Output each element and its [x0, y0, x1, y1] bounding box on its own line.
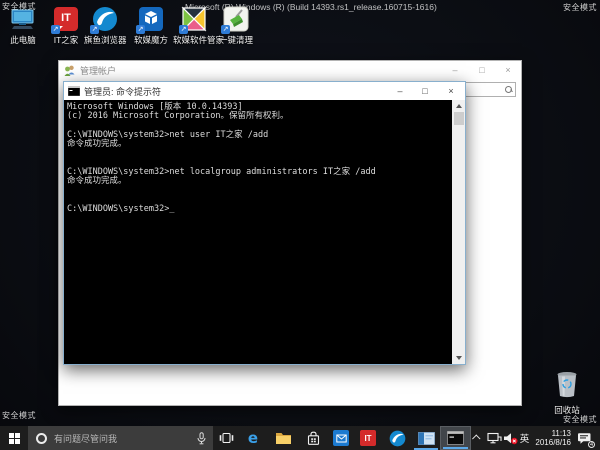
close-button[interactable]: ×: [441, 82, 461, 100]
console-scrollbar[interactable]: [452, 100, 465, 364]
shortcut-arrow-icon: ↗: [179, 25, 188, 34]
desktop-icon-this-pc[interactable]: 此电脑: [2, 6, 44, 46]
shortcut-arrow-icon: ↗: [90, 25, 99, 34]
task-view-icon: [219, 432, 234, 444]
file-explorer-button[interactable]: [271, 426, 295, 450]
console-line: (c) 2016 Microsoft Corporation。保留所有权利。: [67, 112, 452, 121]
ithome-icon: IT: [360, 430, 376, 446]
action-center-button[interactable]: 4: [572, 426, 596, 450]
console-line: [67, 149, 452, 158]
maximize-button[interactable]: □: [472, 61, 492, 79]
accounts-titlebar[interactable]: 管理帐户 – □ ×: [59, 61, 521, 80]
taskbar-clock[interactable]: 11:13 2016/8/16: [533, 426, 571, 450]
chevron-up-icon: [472, 434, 480, 442]
ithome-taskbar-button[interactable]: IT: [356, 426, 380, 450]
sailfish-browser-icon: ↗: [92, 6, 118, 32]
volume-muted-icon: [503, 432, 518, 445]
cmd-icon: [68, 86, 80, 96]
console-line: 命令成功完成。: [67, 177, 452, 186]
taskbar-search-input[interactable]: 有问题尽管问我: [28, 426, 213, 450]
desktop-icon-label: 一键清理: [215, 34, 257, 46]
clean-brush-icon: ↗: [223, 6, 249, 32]
cmd-active-taskbar-button[interactable]: [440, 426, 471, 450]
desktop-icon-label: 软媒魔方: [130, 34, 172, 46]
ime-indicator[interactable]: 英: [517, 426, 532, 450]
ithome-icon: IT ↗: [53, 6, 79, 32]
console-output[interactable]: Microsoft Windows [版本 10.0.14393] (c) 20…: [64, 100, 452, 364]
desktop-icon-cleaner[interactable]: ↗ 一键清理: [215, 6, 257, 46]
store-icon: [305, 430, 322, 446]
close-button[interactable]: ×: [498, 61, 518, 79]
shortcut-arrow-icon: ↗: [51, 25, 60, 34]
notification-badge: 4: [588, 441, 595, 448]
tray-show-hidden-icons-button[interactable]: [469, 426, 485, 450]
mofang-window-thumbnail-icon: [418, 432, 435, 445]
scroll-up-icon[interactable]: [456, 104, 462, 108]
task-view-button[interactable]: [214, 426, 238, 450]
clock-time: 11:13: [552, 429, 571, 438]
desktop-icon-label: IT之家: [45, 34, 87, 46]
pinwheel-icon: ↗: [181, 6, 207, 32]
mail-icon: [333, 430, 349, 446]
shortcut-arrow-icon: ↗: [136, 25, 145, 34]
desktop-icon-mofang[interactable]: ↗ 软媒魔方: [130, 6, 172, 46]
mofang-running-button[interactable]: [412, 426, 440, 450]
search-icon: [505, 86, 512, 93]
store-button[interactable]: [301, 426, 325, 450]
start-button[interactable]: [0, 426, 28, 450]
file-explorer-icon: [275, 431, 292, 445]
this-pc-icon: [10, 6, 36, 32]
scroll-down-icon[interactable]: [456, 356, 462, 360]
cmd-icon: [447, 431, 464, 445]
desktop-icon-browser[interactable]: ↗ 旗鱼浏览器: [84, 6, 126, 46]
cmd-window-title: 管理员: 命令提示符: [84, 85, 161, 98]
desktop: 安全模式 安全模式 安全模式 安全模式 Microsoft (R) Window…: [0, 0, 600, 450]
search-placeholder: 有问题尽管问我: [54, 432, 197, 445]
console-line: 命令成功完成。: [67, 140, 452, 149]
safe-mode-label-top-right: 安全模式: [563, 2, 597, 13]
user-accounts-icon: [63, 64, 76, 77]
network-icon: [487, 432, 502, 445]
desktop-icon-label: 软媒软件管家: [173, 34, 215, 46]
cortana-icon: [36, 433, 47, 444]
mail-app-button[interactable]: [329, 426, 353, 450]
maximize-button[interactable]: □: [415, 82, 435, 100]
network-tray-button[interactable]: [486, 426, 502, 450]
desktop-icon-manager[interactable]: ↗ 软媒软件管家: [173, 6, 215, 46]
microphone-icon[interactable]: [197, 432, 206, 445]
console-prompt-line: C:\WINDOWS\system32>_: [67, 205, 452, 214]
desktop-icon-label: 此电脑: [2, 34, 44, 46]
command-prompt-window[interactable]: 管理员: 命令提示符 – □ × Microsoft Windows [版本 1…: [63, 81, 466, 365]
desktop-icon-ithome[interactable]: IT ↗ IT之家: [45, 6, 87, 46]
desktop-icon-label: 旗鱼浏览器: [84, 34, 126, 46]
taskbar: 有问题尽管问我 e: [0, 426, 600, 450]
recycle-bin[interactable]: 回收站: [545, 370, 589, 416]
edge-button[interactable]: e: [241, 426, 265, 450]
running-indicator: [443, 447, 468, 449]
recycle-bin-label: 回收站: [545, 404, 589, 416]
accounts-window-title: 管理帐户: [80, 64, 116, 77]
minimize-button[interactable]: –: [390, 82, 410, 100]
sailfish-browser-icon: [389, 430, 406, 447]
clock-date: 2016/8/16: [535, 438, 571, 447]
console-line: [67, 187, 452, 196]
scrollbar-thumb[interactable]: [454, 112, 464, 125]
mofang-cube-icon: ↗: [138, 6, 164, 32]
ime-label: 英: [520, 431, 530, 445]
volume-tray-button[interactable]: [502, 426, 518, 450]
browser-taskbar-button[interactable]: [385, 426, 409, 450]
recycle-bin-icon: [554, 370, 580, 398]
edge-icon: e: [248, 429, 258, 447]
shortcut-arrow-icon: ↗: [221, 25, 230, 34]
minimize-button[interactable]: –: [445, 61, 465, 79]
safe-mode-label-bottom-left: 安全模式: [2, 410, 36, 421]
cmd-titlebar[interactable]: 管理员: 命令提示符 – □ ×: [64, 82, 465, 100]
windows-logo-icon: [9, 433, 20, 444]
